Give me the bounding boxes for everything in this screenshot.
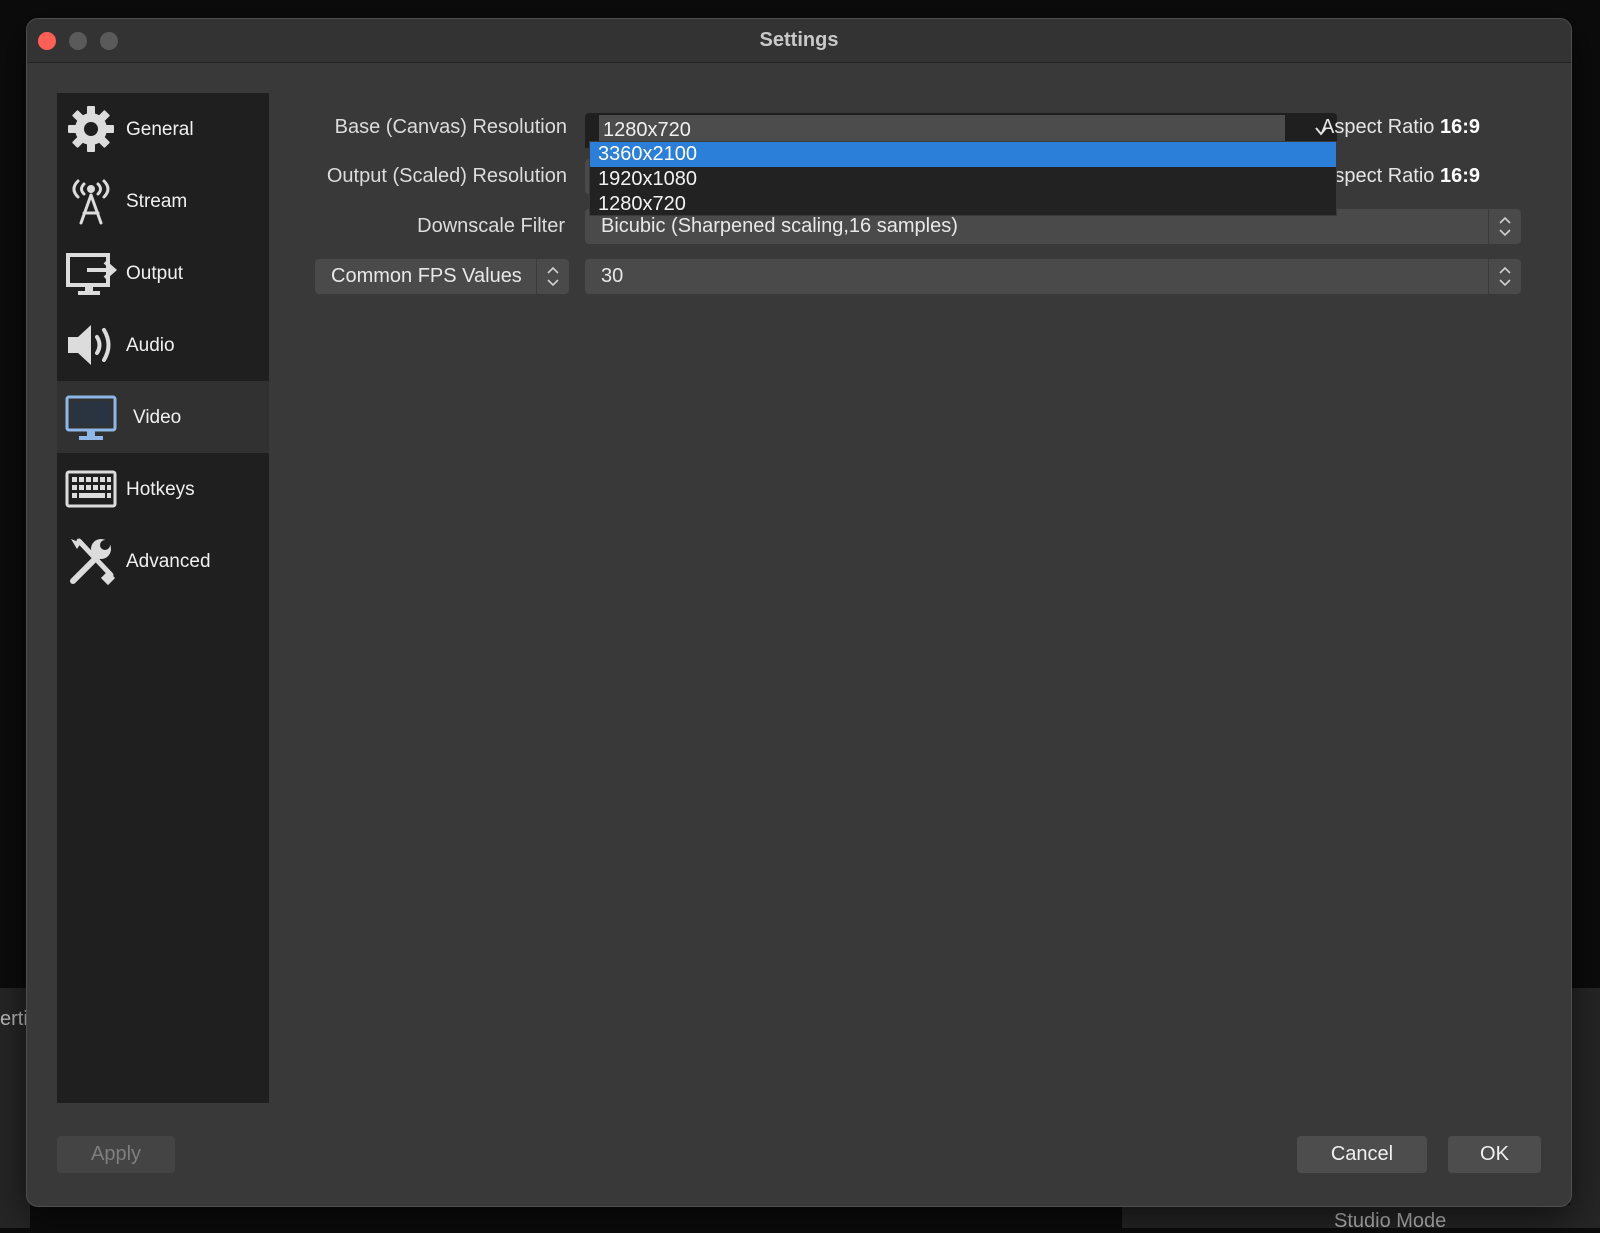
sidebar-item-general[interactable]: General	[57, 93, 269, 165]
sidebar-item-video[interactable]: Video	[57, 381, 269, 453]
settings-window: Settings General Stream Output Audio Vid…	[26, 18, 1572, 1207]
sidebar-item-label: Output	[126, 263, 184, 284]
downscale-filter-label: Downscale Filter	[417, 215, 565, 237]
downscale-filter-value: Bicubic (Sharpened scaling,16 samples)	[601, 215, 958, 237]
base-resolution-dropdown: 3360x2100 1920x1080 1280x720	[589, 141, 1337, 216]
base-aspect-ratio: Aspect Ratio 16:9	[1321, 116, 1480, 139]
sidebar-item-advanced[interactable]: Advanced	[57, 525, 269, 597]
output-aspect-ratio: Aspect Ratio 16:9	[1321, 165, 1480, 188]
window-title: Settings	[759, 29, 839, 51]
background-panel-right	[1570, 988, 1600, 1228]
dropdown-option[interactable]: 1280x720	[590, 192, 1336, 217]
background-text: erti	[0, 1008, 28, 1030]
keyboard-icon	[65, 470, 117, 508]
apply-button[interactable]: Apply	[57, 1136, 175, 1173]
gear-icon	[68, 106, 114, 152]
dropdown-option[interactable]: 3360x2100	[590, 142, 1336, 167]
tools-icon	[70, 538, 116, 586]
fps-type-value: Common FPS Values	[331, 265, 522, 287]
sidebar-item-stream[interactable]: Stream	[57, 165, 269, 237]
antenna-icon	[72, 179, 110, 225]
title-bar: Settings	[27, 19, 1571, 63]
aspect-ratio-label: Aspect Ratio	[1321, 165, 1435, 187]
updown-chevron-icon	[1488, 209, 1511, 244]
aspect-ratio-value: 16:9	[1439, 116, 1480, 138]
sidebar-item-output[interactable]: Output	[57, 237, 269, 309]
sidebar-item-hotkeys[interactable]: Hotkeys	[57, 453, 269, 525]
speaker-icon	[68, 325, 111, 365]
updown-chevron-icon	[536, 259, 559, 294]
settings-sidebar: General Stream Output Audio Video Hotkey…	[57, 93, 269, 1103]
output-icon	[66, 253, 117, 295]
base-resolution-label: Base (Canvas) Resolution	[334, 116, 567, 138]
sidebar-item-label: Video	[133, 407, 182, 428]
output-resolution-label: Output (Scaled) Resolution	[326, 165, 567, 187]
studio-mode-label: Studio Mode	[1334, 1210, 1447, 1232]
sidebar-item-label: Audio	[126, 335, 175, 356]
fps-type-select[interactable]: Common FPS Values	[315, 259, 569, 294]
sidebar-item-label: Hotkeys	[126, 479, 195, 500]
aspect-ratio-label: Aspect Ratio	[1321, 116, 1435, 138]
dropdown-option[interactable]: 1920x1080	[590, 167, 1336, 192]
cancel-button[interactable]: Cancel	[1297, 1136, 1427, 1173]
aspect-ratio-value: 16:9	[1439, 165, 1480, 187]
updown-chevron-icon	[1488, 259, 1511, 294]
fps-value-select[interactable]: 30	[585, 259, 1521, 294]
sidebar-item-label: Stream	[126, 191, 188, 212]
ok-button[interactable]: OK	[1448, 1136, 1541, 1173]
sidebar-item-label: General	[126, 119, 194, 140]
fps-value: 30	[601, 265, 624, 287]
sidebar-item-label: Advanced	[126, 551, 211, 572]
monitor-icon	[65, 395, 117, 440]
sidebar-item-audio[interactable]: Audio	[57, 309, 269, 381]
